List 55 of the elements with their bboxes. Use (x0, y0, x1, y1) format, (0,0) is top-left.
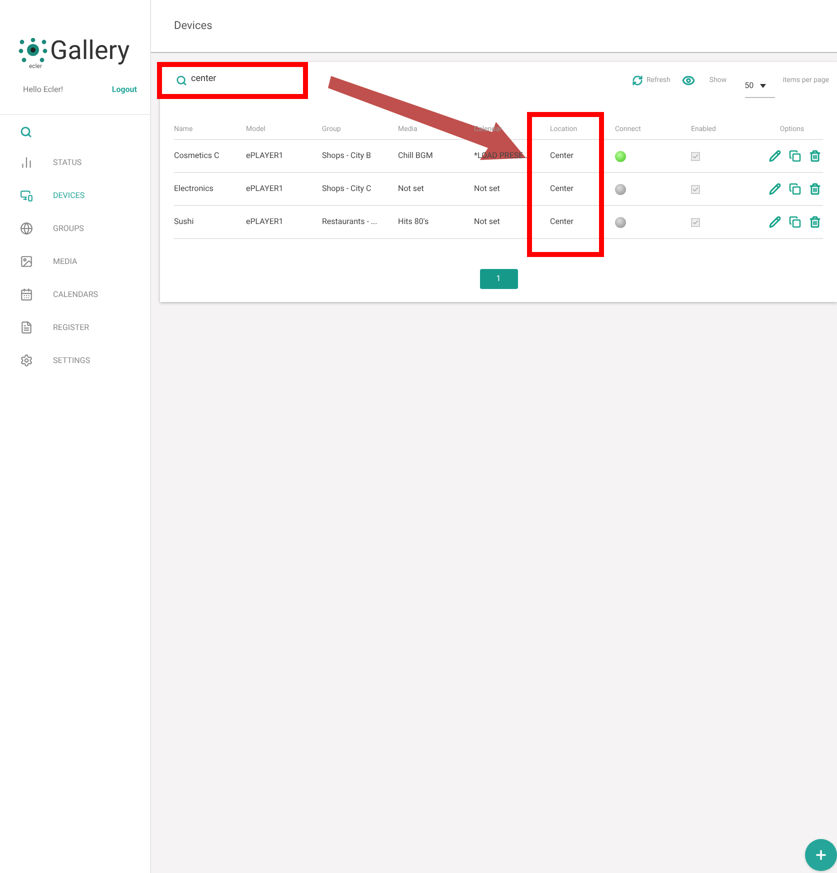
table-cell-text: Not set (398, 183, 425, 195)
per-page-select[interactable]: 50 (744, 74, 775, 98)
search-icon (176, 74, 187, 86)
register-icon (20, 321, 33, 334)
refresh-icon (632, 74, 644, 86)
plus-icon (814, 848, 828, 862)
table-cell-text: Hits 80's (398, 216, 430, 228)
edit-icon[interactable] (769, 183, 781, 195)
table-cell-text: Center (550, 150, 574, 162)
brand-name: Gallery (50, 38, 130, 64)
delete-icon[interactable] (809, 216, 821, 228)
table-cell-text: Electronics (174, 183, 214, 195)
table-cell-text: ePLAYER1 (246, 150, 284, 162)
logo-icon (18, 38, 48, 64)
nav-item[interactable]: GROUPS (0, 212, 150, 245)
search-icon (20, 126, 32, 138)
eye-icon[interactable] (682, 74, 696, 86)
nav-item[interactable]: SETTINGS (0, 344, 150, 377)
edit-icon[interactable] (769, 150, 781, 162)
copy-icon[interactable] (789, 183, 801, 195)
devices-icon (20, 189, 33, 202)
edit-icon[interactable] (769, 216, 781, 228)
nav-item[interactable]: STATUS (0, 146, 150, 179)
search-field[interactable]: center (176, 73, 296, 87)
table-cell-text: Center (550, 183, 574, 195)
copy-icon[interactable] (789, 216, 801, 228)
groups-icon (20, 222, 33, 235)
table-cell-text: Sushi (174, 216, 195, 228)
page-button[interactable]: 1 (480, 269, 518, 289)
table-cell-text: Not set (474, 183, 501, 195)
nav-item[interactable]: CALENDARS (0, 278, 150, 311)
table-cell-text: Shops - City C (322, 183, 372, 195)
media-icon (20, 255, 33, 268)
dropdown-icon (760, 84, 766, 88)
table-cell-text: ePLAYER1 (246, 216, 284, 228)
table-cell-text: Center (550, 216, 574, 228)
table-cell-text: Shops - City B (322, 150, 372, 162)
greeting: Hello Ecler! (23, 84, 64, 96)
calendars-icon (20, 288, 33, 301)
nav-item[interactable]: DEVICES (0, 179, 150, 212)
table-cell-text: Cosmetics C (174, 150, 220, 162)
table-cell-text: ePLAYER1 (246, 183, 284, 195)
settings-icon (20, 354, 33, 367)
copy-icon[interactable] (789, 150, 801, 162)
status-icon (20, 156, 33, 169)
table-cell-text: Chill BGM (398, 150, 434, 162)
delete-icon[interactable] (809, 150, 821, 162)
page-title: Devices (174, 18, 212, 34)
delete-icon[interactable] (809, 183, 821, 195)
table-cell-text: Not set (474, 216, 501, 228)
nav-item[interactable]: MEDIA (0, 245, 150, 278)
table-cell-text: Restaurants - ... (322, 216, 378, 228)
add-button[interactable] (805, 839, 837, 871)
logout-link[interactable]: Logout (112, 84, 137, 96)
nav-item[interactable]: REGISTER (0, 311, 150, 344)
